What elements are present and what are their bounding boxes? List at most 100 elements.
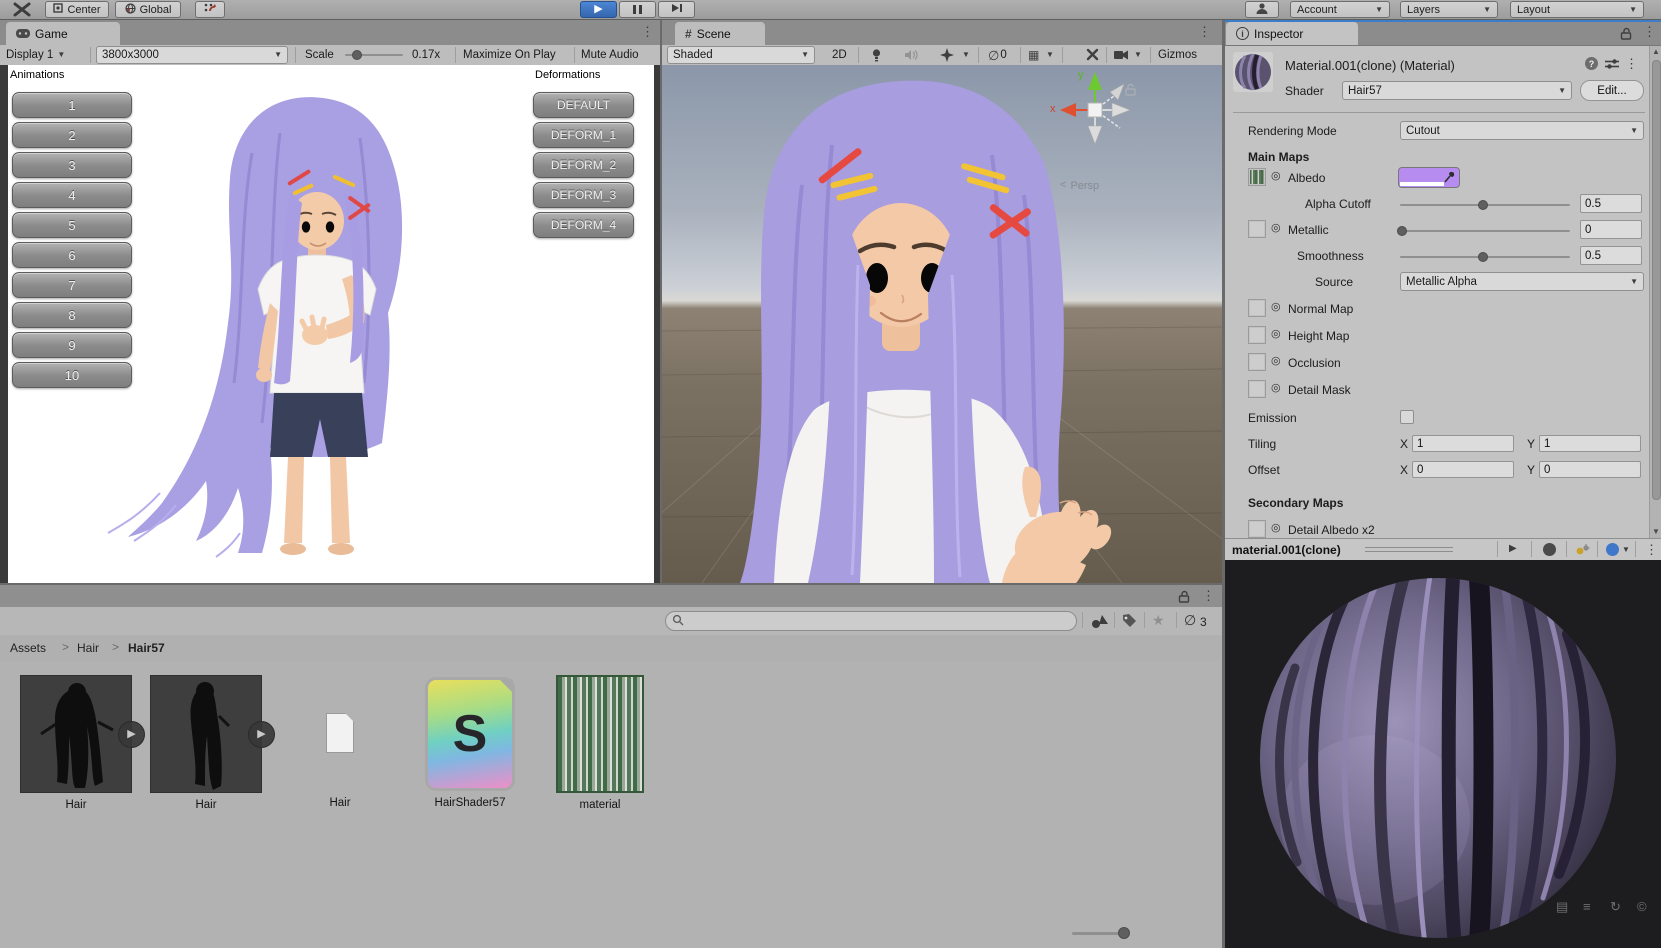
camera-dropdown-icon[interactable]: ▼ xyxy=(1134,51,1142,59)
albedo-texture-slot[interactable] xyxy=(1248,168,1266,186)
asset-item-hair-doc[interactable]: Hair xyxy=(284,675,396,809)
hidden-packages-icon[interactable]: ∅ xyxy=(1184,613,1196,627)
favorites-star-icon[interactable]: ★ xyxy=(1152,613,1165,627)
source-dropdown[interactable]: Metallic Alpha ▼ xyxy=(1400,272,1644,291)
cloud-account-button[interactable] xyxy=(1245,1,1279,18)
metallic-knob[interactable] xyxy=(1397,226,1407,236)
target-icon[interactable]: ◎ xyxy=(1271,171,1281,182)
target-icon[interactable]: ◎ xyxy=(1271,302,1281,313)
animation-button-7[interactable]: 7 xyxy=(12,272,132,298)
preview-lighting-icon[interactable] xyxy=(1575,543,1591,560)
deformation-button-default[interactable]: DEFAULT xyxy=(533,92,634,118)
emission-checkbox[interactable] xyxy=(1400,410,1414,424)
grid-visibility-icon[interactable]: ▦ xyxy=(1028,49,1039,61)
asset-item-hair-2[interactable]: ▶ Hair xyxy=(150,675,275,811)
animation-button-3[interactable]: 3 xyxy=(12,152,132,178)
step-button[interactable] xyxy=(658,1,695,18)
rendering-mode-dropdown[interactable]: Cutout ▼ xyxy=(1400,121,1644,140)
mute-audio-toggle[interactable]: Mute Audio xyxy=(581,45,639,65)
animation-button-10[interactable]: 10 xyxy=(12,362,132,388)
scroll-down-icon[interactable]: ▼ xyxy=(1652,528,1660,536)
transform-tools-icon[interactable] xyxy=(12,2,32,20)
inspector-lock-icon[interactable] xyxy=(1620,27,1632,43)
2d-toggle[interactable]: 2D xyxy=(832,45,847,65)
search-by-label-icon[interactable] xyxy=(1121,613,1138,632)
tiling-y-field[interactable]: 1 xyxy=(1539,435,1641,452)
expand-play-icon[interactable]: ▶ xyxy=(248,721,275,748)
scene-audio-icon[interactable] xyxy=(904,49,918,64)
drag-handle[interactable] xyxy=(1365,551,1453,552)
material-preview-viewport[interactable]: ▤ ≡ ↻ © xyxy=(1225,560,1661,948)
drag-handle[interactable] xyxy=(1365,547,1453,548)
scrollbar-thumb[interactable] xyxy=(1651,60,1661,500)
project-menu-icon[interactable]: ⋮ xyxy=(1202,589,1215,602)
resolution-dropdown[interactable]: 3800x3000 ▼ xyxy=(96,46,288,64)
scene-panel-menu-icon[interactable]: ⋮ xyxy=(1198,25,1211,38)
animation-button-9[interactable]: 9 xyxy=(12,332,132,358)
layout-dropdown[interactable]: Layout ▼ xyxy=(1510,1,1644,18)
asset-item-material[interactable]: material xyxy=(544,675,656,811)
preview-header-bar[interactable]: material.001(clone) ▶ ▼ ⋮ xyxy=(1225,538,1661,562)
animation-button-2[interactable]: 2 xyxy=(12,122,132,148)
eyedropper-icon[interactable] xyxy=(1444,170,1456,186)
deformation-button-1[interactable]: DEFORM_1 xyxy=(533,122,634,148)
animation-button-6[interactable]: 6 xyxy=(12,242,132,268)
detail-albedo-slot[interactable] xyxy=(1248,520,1266,538)
chevron-down-icon[interactable]: ▼ xyxy=(1622,546,1630,554)
breadcrumb-hair[interactable]: Hair xyxy=(77,641,99,655)
smoothness-knob[interactable] xyxy=(1478,252,1488,262)
play-button[interactable]: ▶ xyxy=(580,1,617,18)
shader-edit-button[interactable]: Edit... xyxy=(1580,80,1644,101)
pivot-center-button[interactable]: Center xyxy=(45,1,109,18)
preview-menu-icon[interactable]: ⋮ xyxy=(1645,543,1658,556)
alpha-cutoff-knob[interactable] xyxy=(1478,200,1488,210)
preview-play-icon[interactable]: ▶ xyxy=(1509,544,1517,554)
material-menu-icon[interactable]: ⋮ xyxy=(1625,57,1638,70)
target-icon[interactable]: ◎ xyxy=(1271,356,1281,367)
animation-button-4[interactable]: 4 xyxy=(12,182,132,208)
shader-dropdown[interactable]: Hair57 ▼ xyxy=(1342,81,1572,100)
smoothness-field[interactable]: 0.5 xyxy=(1580,246,1642,265)
effects-dropdown-icon[interactable]: ▼ xyxy=(962,51,970,59)
target-icon[interactable]: ◎ xyxy=(1271,329,1281,340)
search-input[interactable] xyxy=(665,611,1077,631)
normal-map-slot[interactable] xyxy=(1248,299,1266,317)
perspective-toggle[interactable]: < Persp xyxy=(1060,180,1099,193)
grid-snap-button[interactable] xyxy=(195,1,225,18)
deformation-button-2[interactable]: DEFORM_2 xyxy=(533,152,634,178)
display-dropdown[interactable]: Display 1 ▼ xyxy=(6,45,65,65)
scene-effects-icon[interactable] xyxy=(940,48,954,65)
game-panel-menu-icon[interactable]: ⋮ xyxy=(641,25,654,38)
search-by-type-icon[interactable] xyxy=(1090,613,1110,632)
target-icon[interactable]: ◎ xyxy=(1271,223,1281,234)
grid-dropdown-icon[interactable]: ▼ xyxy=(1046,51,1054,59)
asset-item-hairshader57[interactable]: S HairShader57 xyxy=(414,675,526,809)
animation-button-8[interactable]: 8 xyxy=(12,302,132,328)
tab-game[interactable]: Game xyxy=(6,22,120,45)
account-dropdown[interactable]: Account ▼ xyxy=(1290,1,1390,18)
offset-y-field[interactable]: 0 xyxy=(1539,461,1641,478)
animation-button-5[interactable]: 5 xyxy=(12,212,132,238)
tiling-x-field[interactable]: 1 xyxy=(1412,435,1514,452)
asset-item-hair-1[interactable]: ▶ Hair xyxy=(20,675,145,811)
tab-scene[interactable]: # Scene xyxy=(675,22,765,45)
project-lock-icon[interactable] xyxy=(1178,590,1190,606)
gizmos-toggle[interactable]: Gizmos xyxy=(1158,45,1197,65)
scene-orientation-gizmo[interactable]: y x xyxy=(1050,68,1140,158)
metallic-field[interactable]: 0 xyxy=(1580,220,1642,239)
layers-dropdown[interactable]: Layers ▼ xyxy=(1400,1,1498,18)
occlusion-slot[interactable] xyxy=(1248,353,1266,371)
editor-tools-icon[interactable] xyxy=(1086,48,1099,64)
detail-mask-slot[interactable] xyxy=(1248,380,1266,398)
breadcrumb-hair57[interactable]: Hair57 xyxy=(128,641,165,655)
albedo-color-swatch[interactable] xyxy=(1398,167,1460,188)
pause-button[interactable] xyxy=(619,1,656,18)
metallic-slider[interactable] xyxy=(1400,230,1570,232)
help-icon[interactable]: ? xyxy=(1585,57,1598,70)
expand-play-icon[interactable]: ▶ xyxy=(118,721,145,748)
scene-view-lock-icon[interactable] xyxy=(1124,83,1137,99)
hidden-objects-toggle[interactable]: ∅ 0 xyxy=(988,45,1007,65)
inspector-menu-icon[interactable]: ⋮ xyxy=(1643,25,1656,38)
target-icon[interactable]: ◎ xyxy=(1271,383,1281,394)
pivot-global-button[interactable]: Global xyxy=(115,1,181,18)
